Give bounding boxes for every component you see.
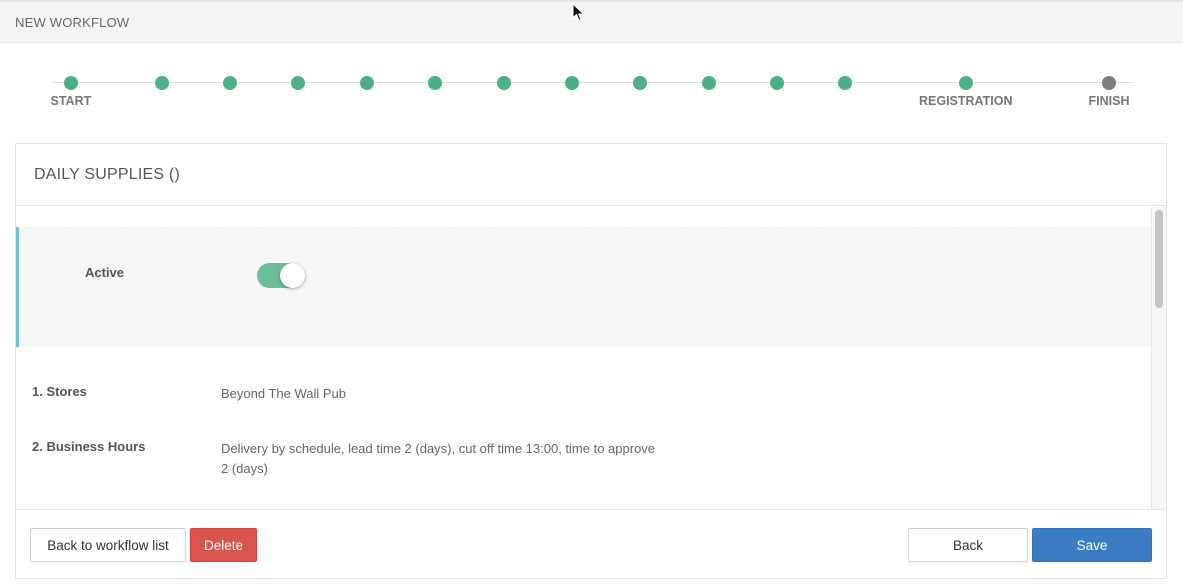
progress-step-label: REGISTRATION (919, 94, 1013, 108)
progress-step-dot[interactable] (702, 76, 716, 90)
progress-step-label: FINISH (1088, 94, 1130, 108)
active-toggle[interactable] (257, 263, 305, 288)
field-label: 2. Business Hours (32, 439, 146, 454)
field-label: 1. Stores (32, 384, 87, 399)
progress-step-dot[interactable] (959, 76, 973, 90)
toggle-knob (280, 263, 305, 288)
page-title: NEW WORKFLOW (15, 15, 130, 30)
back-to-workflow-list-button[interactable]: Back to workflow list (30, 528, 186, 562)
progress-step-dot[interactable] (360, 76, 374, 90)
progress-step-dot[interactable] (770, 76, 784, 90)
workflow-panel: DAILY SUPPLIES () Active 1. Stores Beyon… (15, 143, 1167, 579)
progress-step-label: START (50, 94, 92, 108)
progress-step-dot[interactable] (838, 76, 852, 90)
mouse-cursor-icon (572, 3, 585, 22)
progress-step-dot[interactable] (155, 76, 169, 90)
field-value: Delivery by schedule, lead time 2 (days)… (221, 441, 656, 476)
save-button[interactable]: Save (1032, 528, 1152, 562)
panel-title: DAILY SUPPLIES () (34, 166, 180, 183)
field-value: Beyond The Wall Pub (221, 386, 347, 401)
scrollbar-thumb[interactable] (1155, 210, 1163, 308)
top-bar: NEW WORKFLOW (0, 0, 1183, 43)
panel-header: DAILY SUPPLIES () (16, 144, 1166, 206)
panel-scrollbar[interactable] (1151, 207, 1166, 509)
delete-button[interactable]: Delete (190, 528, 257, 562)
active-row: Active (16, 227, 1151, 347)
active-label: Active (85, 265, 125, 280)
back-button[interactable]: Back (908, 528, 1028, 562)
progress-step-dot[interactable] (223, 76, 237, 90)
workflow-progress: START REGISTRATION FINISH (0, 60, 1183, 120)
progress-step-dot[interactable] (291, 76, 305, 90)
progress-step-dot[interactable] (1102, 76, 1116, 90)
progress-step-dot[interactable] (565, 76, 579, 90)
progress-step-dot[interactable] (633, 76, 647, 90)
panel-body[interactable]: Active 1. Stores Beyond The Wall Pub 2. … (16, 207, 1166, 509)
panel-footer: Back to workflow list Delete Back Save (16, 509, 1166, 578)
progress-step-dot[interactable] (428, 76, 442, 90)
progress-step-dot[interactable] (497, 76, 511, 90)
progress-step-dot[interactable] (64, 76, 78, 90)
